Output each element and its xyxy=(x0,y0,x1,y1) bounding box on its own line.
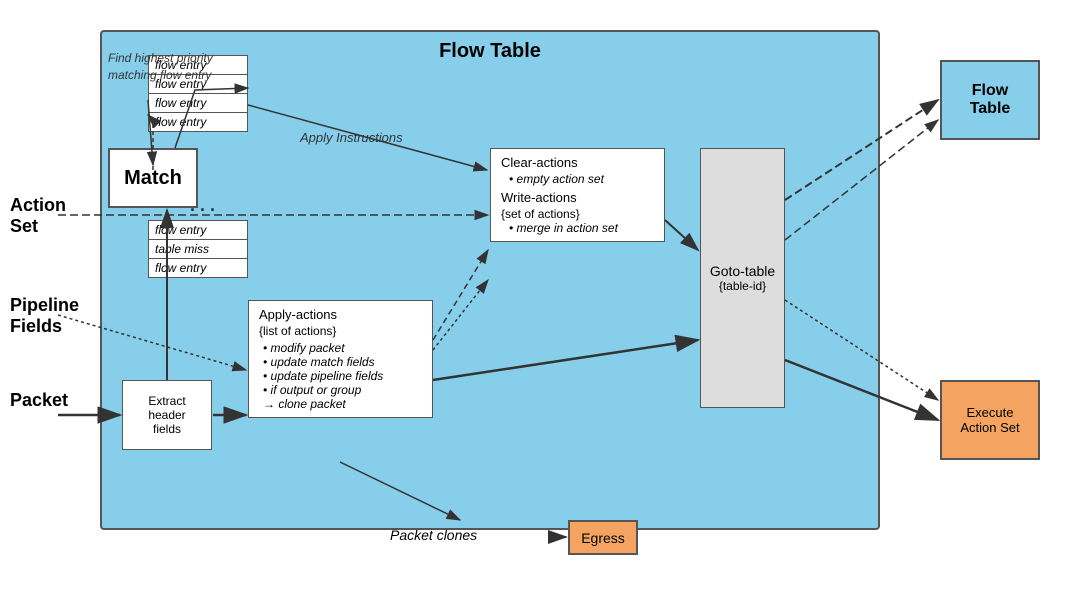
write-actions-item: • merge in action set xyxy=(501,221,654,235)
find-priority-annotation: Find highest priority matching flow entr… xyxy=(108,50,238,84)
flow-entry-7: flow entry xyxy=(149,259,247,277)
egress-label: Egress xyxy=(581,530,625,546)
apply-actions-item3: • update pipeline fields xyxy=(259,369,422,383)
apply-actions-title: Apply-actions xyxy=(259,307,422,322)
clear-actions-item: • empty action set xyxy=(501,172,654,186)
apply-actions-box: Apply-actions {list of actions} • modify… xyxy=(248,300,433,418)
flow-entries-box2: flow entry table miss flow entry xyxy=(148,220,248,278)
goto-table-line2: {table-id} xyxy=(719,279,766,293)
execute-action-line1: Execute xyxy=(960,405,1019,420)
packet-clones-label: Packet clones xyxy=(390,527,477,543)
clear-write-box: Clear-actions • empty action set Write-a… xyxy=(490,148,665,242)
apply-actions-item1: • modify packet xyxy=(259,341,422,355)
flow-entry-3: flow entry xyxy=(149,94,247,113)
goto-table-box: Goto-table {table-id} xyxy=(700,148,785,408)
flow-table-right-line1: Flow xyxy=(970,82,1011,100)
flow-entry-6: table miss xyxy=(149,240,247,259)
match-box: Match xyxy=(108,148,198,208)
extract-text: Extract header fields xyxy=(148,394,185,436)
flow-table-right-line2: Table xyxy=(970,100,1011,118)
action-set-label: Action Set xyxy=(10,195,66,237)
write-actions-title: Write-actions xyxy=(501,190,654,205)
clear-actions-title: Clear-actions xyxy=(501,155,654,170)
apply-actions-subtitle: {list of actions} xyxy=(259,324,422,338)
flow-entry-5: flow entry xyxy=(149,221,247,240)
write-actions-subtitle: {set of actions} xyxy=(501,207,654,221)
apply-instructions-annotation: Apply Instructions xyxy=(300,130,403,145)
flow-table-right-box: Flow Table xyxy=(940,60,1040,140)
egress-box: Egress xyxy=(568,520,638,555)
diagram-container: Flow Table Action Set Pipeline Fields Pa… xyxy=(0,0,1066,592)
apply-actions-item4: • if output or group xyxy=(259,383,422,397)
flow-entry-4: flow entry xyxy=(149,113,247,131)
packet-label: Packet xyxy=(10,390,68,411)
extract-box: Extract header fields xyxy=(122,380,212,450)
apply-actions-item2: • update match fields xyxy=(259,355,422,369)
goto-table-line1: Goto-table xyxy=(710,263,775,279)
execute-action-line2: Action Set xyxy=(960,420,1019,435)
pipeline-fields-label: Pipeline Fields xyxy=(10,295,79,337)
flow-table-title: Flow Table xyxy=(439,40,541,63)
execute-action-set-box: Execute Action Set xyxy=(940,380,1040,460)
apply-actions-item5: → clone packet xyxy=(259,397,422,411)
